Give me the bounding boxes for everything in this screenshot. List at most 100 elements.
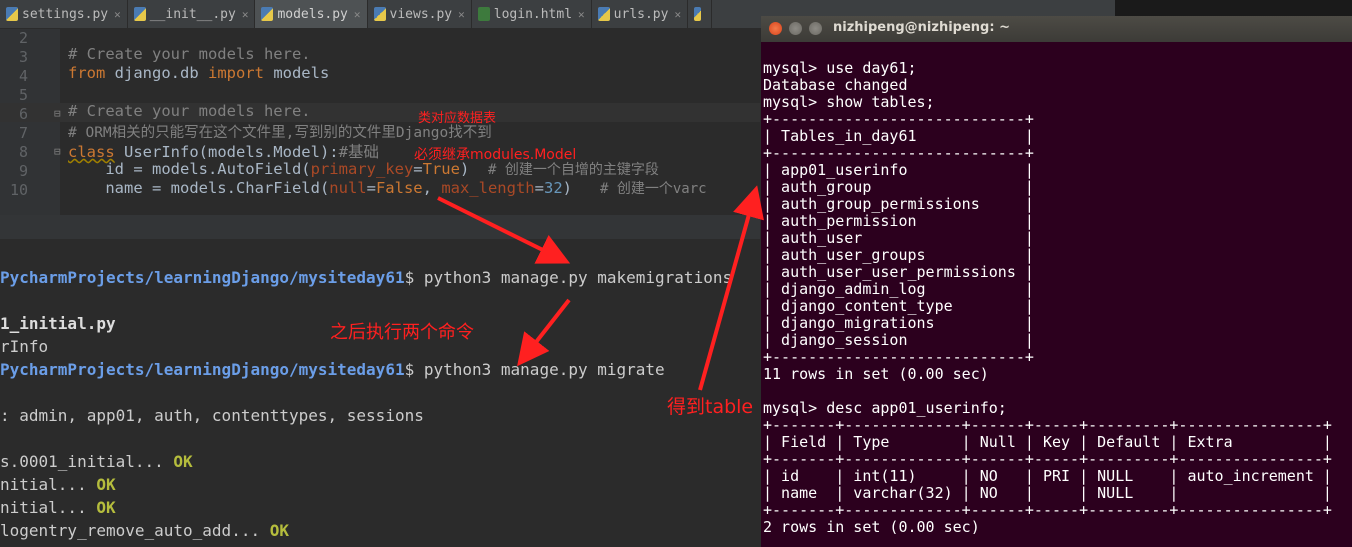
tab-models-py[interactable]: models.py ✕: [255, 0, 368, 28]
line-number: 2: [18, 29, 28, 47]
python-file-icon: [597, 7, 610, 21]
mysql-line: | django_session |: [763, 331, 1034, 349]
keyword: False: [375, 179, 423, 197]
close-icon[interactable]: ✕: [114, 8, 121, 21]
prompt-path: PycharmProjects/learningDjango/mysiteday…: [0, 268, 405, 287]
terminal-line: 1_initial.py: [0, 314, 116, 333]
number: 32: [543, 179, 563, 197]
mysql-line: | auth_group |: [763, 178, 1034, 196]
mysql-line: | auth_user_groups |: [763, 246, 1034, 264]
mysql-line: +-------+-------------+------+-----+----…: [763, 501, 1332, 519]
close-icon[interactable]: ✕: [578, 8, 585, 21]
mysql-line: | Tables_in_day61 |: [763, 127, 1034, 145]
maximize-window-button[interactable]: [809, 22, 822, 35]
param: primary_key: [310, 160, 414, 178]
mysql-line: | name | varchar(32) | NO | | NULL | |: [763, 484, 1332, 502]
code-comment: # 创建一个varc: [599, 181, 707, 197]
tab-label: views.py: [389, 6, 453, 22]
annotation-table-note: 类对应数据表: [418, 111, 497, 126]
html-file-icon: [477, 7, 490, 21]
tab-urls-py[interactable]: urls.py ✕: [592, 0, 689, 28]
code-text: id = models.AutoField(: [68, 160, 311, 178]
close-icon[interactable]: ✕: [674, 8, 681, 21]
desktop-background: [1115, 0, 1352, 16]
code-text: =: [534, 179, 544, 197]
tab-label: models.py: [277, 6, 348, 22]
close-icon[interactable]: ✕: [242, 8, 249, 21]
mysql-line: | django_content_type |: [763, 297, 1034, 315]
mysql-line: +-------+-------------+------+-----+----…: [763, 450, 1332, 468]
prompt-path: PycharmProjects/learningDjango/mysiteday…: [0, 360, 405, 379]
close-icon[interactable]: ✕: [354, 8, 361, 21]
ok-status: OK: [96, 475, 116, 494]
terminal-line: s.0001_initial... OK: [0, 452, 193, 471]
close-icon[interactable]: ✕: [458, 8, 465, 21]
terminal-line: nitial... OK: [0, 475, 116, 494]
minimize-window-button[interactable]: [789, 22, 802, 35]
ok-status: OK: [173, 452, 193, 471]
migration-text: logentry_remove_auto_add...: [0, 521, 270, 540]
migration-text: nitial...: [0, 498, 97, 517]
terminal-line: PycharmProjects/learningDjango/mysiteday…: [0, 360, 665, 379]
mysql-line: | Field | Type | Null | Key | Default | …: [763, 433, 1332, 451]
python-file-icon: [261, 7, 274, 21]
fold-icon[interactable]: ⊟: [54, 107, 61, 120]
code-line-9: name = models.CharField(null=False, max_…: [68, 178, 707, 198]
keyword: import: [207, 64, 264, 82]
param: max_length: [441, 179, 535, 197]
mysql-line: | app01_userinfo |: [763, 161, 1034, 179]
line-number: 5: [18, 86, 28, 104]
code-line-3: from django.db import models: [68, 64, 329, 82]
terminal-line: PycharmProjects/learningDjango/mysiteday…: [0, 268, 732, 287]
migration-text: s.0001_initial...: [0, 452, 174, 471]
mysql-line: +----------------------------+: [763, 110, 1034, 128]
migration-text: nitial...: [0, 475, 97, 494]
code-text: models: [263, 64, 330, 82]
mysql-line: | id | int(11) | NO | PRI | NULL | auto_…: [763, 467, 1332, 485]
mysql-line: 11 rows in set (0.00 sec): [763, 365, 989, 383]
terminal-panel[interactable]: PycharmProjects/learningDjango/mysiteday…: [0, 239, 760, 547]
mysql-terminal-window[interactable]: nizhipeng@nizhipeng: ~ mysql> use day61;…: [761, 16, 1352, 547]
tab-label: login.html: [493, 6, 573, 22]
annotation-then-note: 之后执行两个命令: [330, 322, 474, 343]
close-window-button[interactable]: [769, 22, 782, 35]
python-file-icon: [373, 7, 386, 21]
tab-label: urls.py: [613, 6, 669, 22]
mysql-line: mysql> use day61;: [763, 59, 917, 77]
terminal-line: logentry_remove_auto_add... OK: [0, 521, 289, 540]
line-number: 10: [9, 181, 28, 199]
fold-icon[interactable]: ⊟: [54, 145, 61, 158]
ok-status: OK: [269, 521, 289, 540]
tab-login-html[interactable]: login.html ✕: [472, 0, 592, 28]
mysql-line: | auth_user_user_permissions |: [763, 263, 1034, 281]
code-text: =: [366, 179, 376, 197]
tab-init-py[interactable]: __init__.py ✕: [128, 0, 256, 28]
code-comment: # 创建一个自增的主键字段: [487, 162, 659, 178]
tab-truncated[interactable]: [688, 0, 713, 28]
mysql-line: +----------------------------+: [763, 348, 1034, 366]
mysql-line: | auth_group_permissions |: [763, 195, 1034, 213]
code-line-2: # Create your models here.: [68, 45, 311, 63]
window-titlebar: nizhipeng@nizhipeng: ~: [761, 16, 1352, 42]
keyword: from: [68, 64, 106, 82]
mysql-line: Database changed: [763, 76, 908, 94]
line-number: 8: [18, 143, 28, 161]
line-number: 7: [18, 124, 28, 142]
line-number: 6: [18, 105, 28, 123]
param: null: [329, 179, 367, 197]
python-file-icon: [694, 7, 702, 21]
mysql-line: +-------+-------------+------+-----+----…: [763, 416, 1332, 434]
code-text: django.db: [105, 64, 208, 82]
code-editor[interactable]: 2 3 4 5 6 7 8 9 10 ⊟ ⊟ # Create your mod…: [0, 29, 760, 215]
tab-settings-py[interactable]: settings.py ✕: [0, 0, 128, 28]
code-text: ,: [422, 179, 442, 197]
terminal-line: : admin, app01, auth, contenttypes, sess…: [0, 406, 424, 425]
tab-label: settings.py: [22, 6, 109, 22]
command-text: $ python3 manage.py migrate: [404, 360, 665, 379]
mysql-line: 2 rows in set (0.00 sec): [763, 518, 980, 536]
mysql-line: mysql> desc app01_userinfo;: [763, 399, 1007, 417]
tab-views-py[interactable]: views.py ✕: [368, 0, 472, 28]
annotation-inherit-note: 必须继承modules.Model: [414, 147, 577, 163]
mysql-line: | auth_permission |: [763, 212, 1034, 230]
line-number: 4: [18, 67, 28, 85]
